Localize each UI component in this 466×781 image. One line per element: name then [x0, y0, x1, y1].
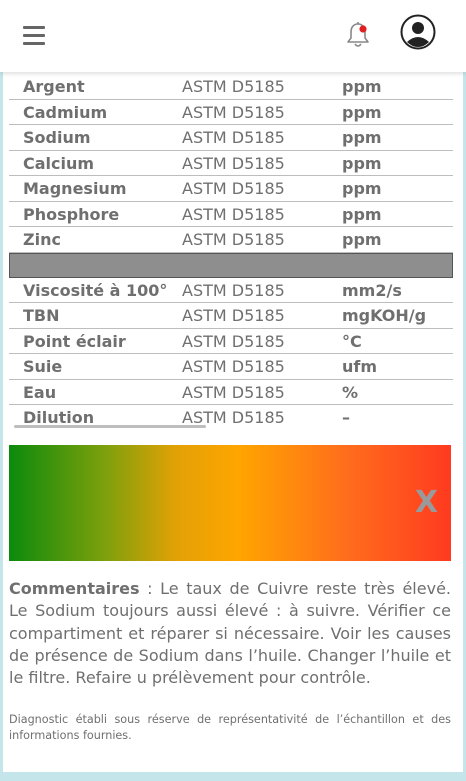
comment-label: Commentaires	[9, 579, 140, 598]
parameter-method: ASTM D5185	[182, 77, 285, 96]
user-circle-icon[interactable]	[400, 14, 436, 50]
parameter-unit: mgKOH/g	[342, 306, 427, 325]
parameter-method: ASTM D5185	[182, 204, 285, 224]
table-row: Phosphore ASTM D5185 ppm	[9, 202, 453, 227]
parameter-unit: ufm	[342, 357, 378, 376]
parameter-name: Argent	[23, 77, 85, 96]
parameter-unit: ppm	[342, 230, 382, 249]
parameter-unit: ppm	[342, 153, 382, 173]
parameter-unit: %	[342, 382, 359, 402]
table-row: Sodium ASTM D5185 ppm	[9, 125, 453, 151]
parameter-unit: ppm	[342, 128, 382, 147]
table-row: Viscosité à 100° ASTM D5185 mm2/s	[9, 278, 453, 303]
table-row: Point éclair ASTM D5185 °C	[9, 329, 453, 354]
parameter-name: Point éclair	[23, 331, 126, 351]
table-row: TBN ASTM D5185 mgKOH/g	[9, 303, 453, 329]
report-page: Argent ASTM D5185 ppm Cadmium ASTM D5185…	[0, 0, 466, 772]
horizontal-scrollbar[interactable]	[14, 425, 206, 428]
parameter-unit: ppm	[342, 179, 382, 198]
parameter-method: ASTM D5185	[182, 280, 285, 300]
notification-dot-icon	[359, 25, 367, 33]
table-row: Zinc ASTM D5185 ppm	[9, 227, 453, 253]
parameter-method: ASTM D5185	[182, 357, 285, 376]
parameter-unit: –	[342, 408, 350, 427]
parameter-unit: °C	[342, 331, 362, 351]
section-separator	[9, 252, 453, 278]
parameter-name: Phosphore	[23, 204, 120, 224]
parameter-unit: mm2/s	[342, 280, 402, 300]
table-row: Magnesium ASTM D5185 ppm	[9, 176, 453, 202]
parameter-unit: ppm	[342, 77, 382, 96]
parameter-method: ASTM D5185	[182, 306, 285, 325]
parameter-unit: ppm	[342, 102, 382, 122]
parameter-method: ASTM D5185	[182, 230, 285, 249]
table-row: Eau ASTM D5185 %	[9, 380, 453, 405]
parameter-method: ASTM D5185	[182, 331, 285, 351]
parameter-name: Calcium	[23, 153, 95, 173]
parameter-name: Eau	[23, 382, 57, 402]
parameter-name: Magnesium	[23, 179, 127, 198]
analysis-table: Argent ASTM D5185 ppm Cadmium ASTM D5185…	[9, 74, 453, 431]
parameter-method: ASTM D5185	[182, 179, 285, 198]
hamburger-icon[interactable]	[23, 26, 45, 46]
parameter-unit: ppm	[342, 204, 382, 224]
comment-block: Commentaires : Le taux de Cuivre reste t…	[9, 578, 451, 689]
parameter-name: Zinc	[23, 230, 61, 249]
parameter-name: Viscosité à 100°	[23, 280, 168, 300]
parameter-method: ASTM D5185	[182, 382, 285, 402]
parameter-name: Sodium	[23, 128, 91, 147]
parameter-method: ASTM D5185	[182, 102, 285, 122]
bell-icon[interactable]	[344, 20, 372, 50]
table-row: Cadmium ASTM D5185 ppm	[9, 100, 453, 125]
table-row: Argent ASTM D5185 ppm	[9, 74, 453, 100]
condition-gauge: X	[9, 445, 451, 561]
parameter-method: ASTM D5185	[182, 153, 285, 173]
table-row: Suie ASTM D5185 ufm	[9, 354, 453, 380]
parameter-name: Cadmium	[23, 102, 108, 122]
disclaimer-note: Diagnostic établi sous réserve de représ…	[9, 713, 451, 743]
table-row: Calcium ASTM D5185 ppm	[9, 151, 453, 176]
gauge-marker: X	[414, 485, 438, 520]
parameter-name: TBN	[23, 306, 60, 325]
parameter-method: ASTM D5185	[182, 128, 285, 147]
app-header	[0, 0, 466, 72]
parameter-name: Suie	[23, 357, 63, 376]
left-border	[0, 72, 3, 772]
